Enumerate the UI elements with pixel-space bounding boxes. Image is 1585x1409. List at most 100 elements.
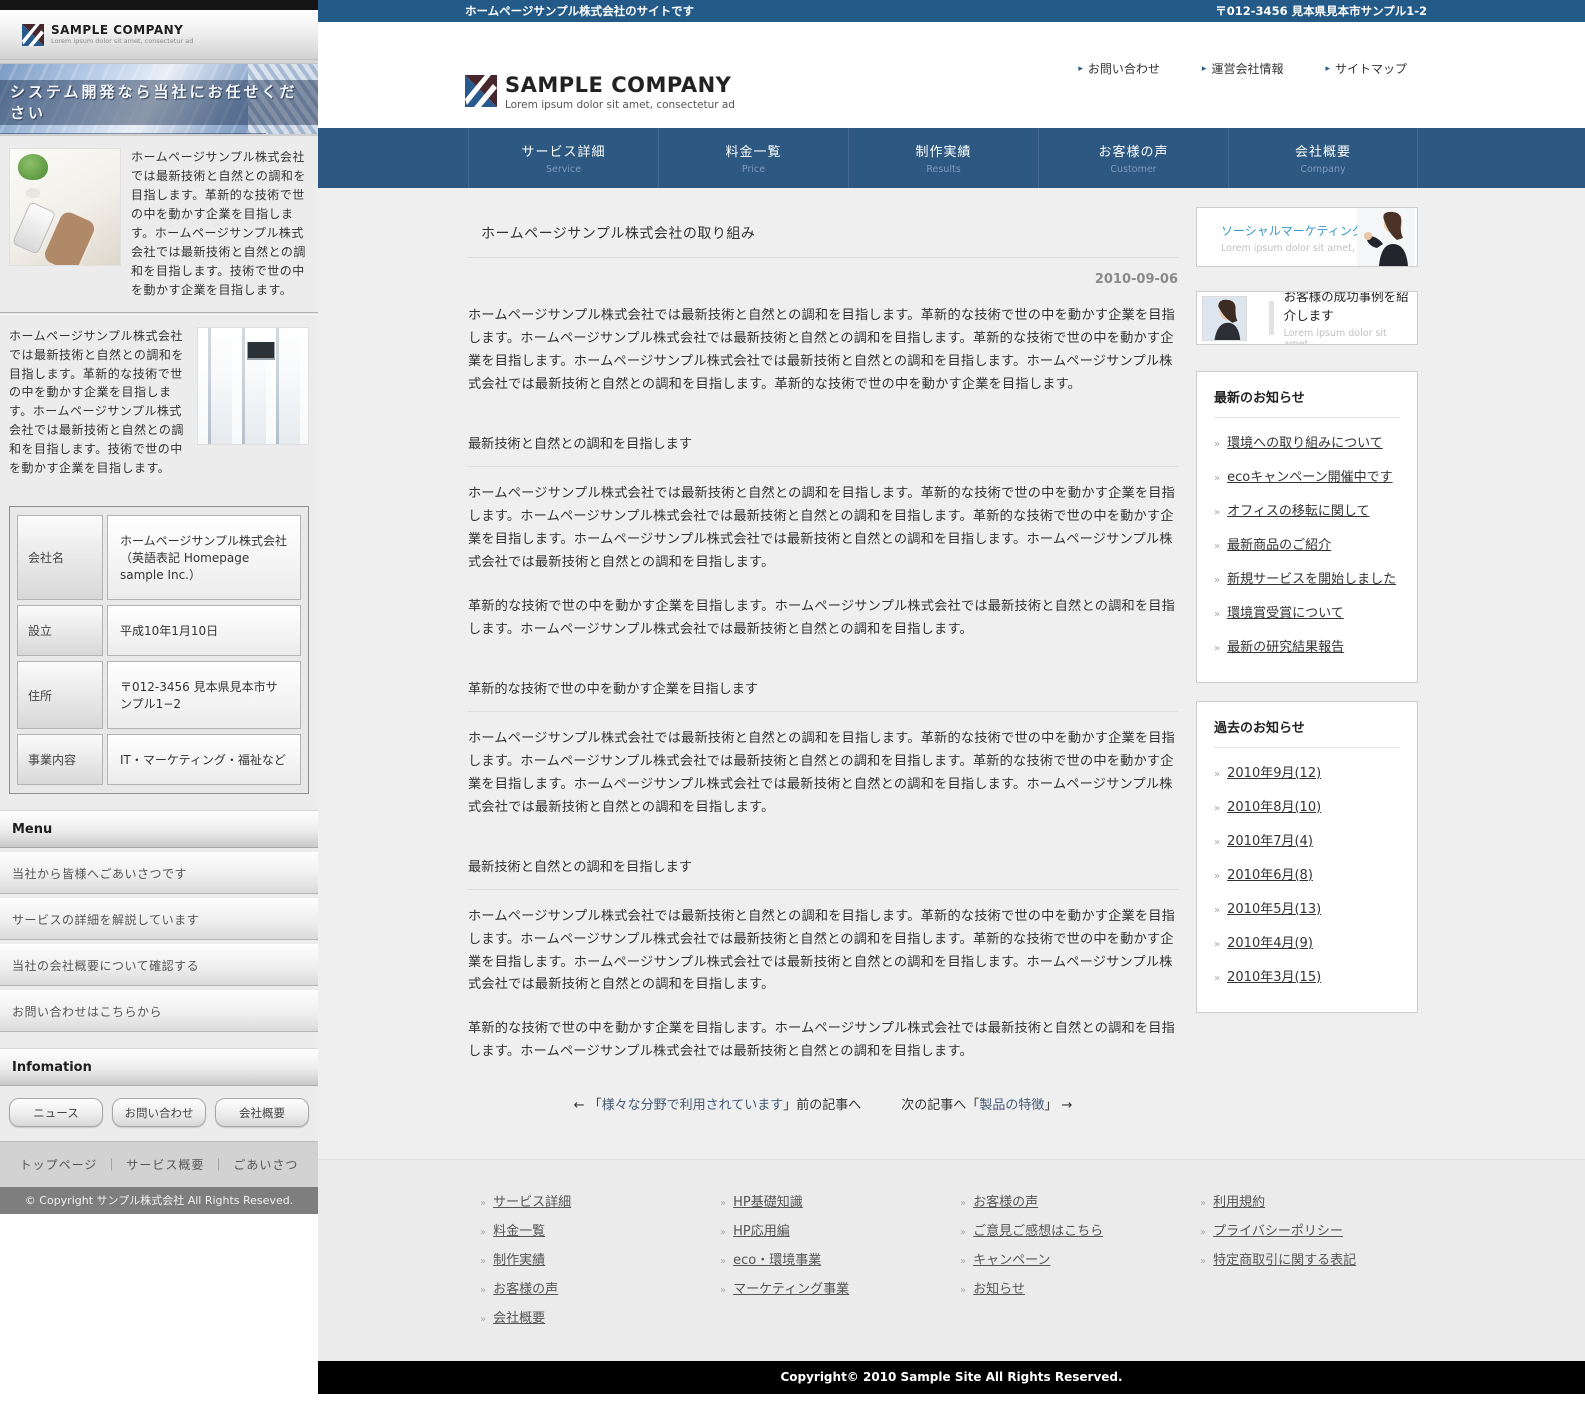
company-table-value: ホームページサンプル株式会社 （英語表記 Homepage sample Inc…	[107, 515, 301, 601]
footer-column: » サービス詳細 » 料金一覧 » 制作実績 » お客様の声 » 会社概要	[480, 1186, 720, 1331]
footer-link-item: » 特定商取引に関する表記	[1200, 1244, 1440, 1273]
header-link[interactable]: ▸ お問い合わせ	[1078, 60, 1160, 77]
footer-link[interactable]: お客様の声	[973, 1195, 1038, 1210]
footer-link[interactable]: HP基礎知識	[733, 1195, 803, 1210]
info-button[interactable]: ニュース	[9, 1098, 103, 1128]
footer-link[interactable]: 制作実績	[493, 1253, 545, 1268]
sidebar-bottom-link[interactable]: トップページ	[20, 1156, 98, 1173]
sidebar-bottom-link[interactable]: サービス概要	[126, 1156, 204, 1173]
archive-link[interactable]: 2010年7月(4)	[1227, 834, 1313, 849]
social-marketing-banner[interactable]: ソーシャルマーケティングとは? Lorem ipsum dolor sit am…	[1196, 207, 1418, 267]
company-table-row: 住所 〒012-3456 見本県見本市サンプル1−2	[17, 661, 301, 730]
company-table-row: 事業内容 IT・マーケティング・福祉など	[17, 734, 301, 786]
customer-woman-photo	[1202, 295, 1247, 341]
footer-link[interactable]: サービス詳細	[493, 1195, 571, 1210]
nav-item-company[interactable]: 会社概要 Company	[1228, 128, 1418, 188]
content-area: ホームページサンプル株式会社の取り組み 2010-09-06 ホームページサンプ…	[318, 188, 1585, 1160]
top-bar: ホームページサンプル株式会社のサイトです 〒012-3456 見本県見本市サンプ…	[318, 0, 1585, 22]
company-table: 会社名 ホームページサンプル株式会社 （英語表記 Homepage sample …	[13, 510, 305, 790]
sidebar-intro-block-2: ホームページサンプル株式会社では最新技術と自然との調和を目指します。革新的な技術…	[0, 315, 318, 491]
sidebar-bottom-link[interactable]: ごあいさつ	[233, 1156, 298, 1173]
news-link[interactable]: 環境への取り組みについて	[1227, 436, 1383, 451]
next-article-link[interactable]: 製品の特徴	[979, 1098, 1044, 1113]
sidebar-logo-title: SAMPLE COMPANY	[51, 22, 184, 37]
success-stories-banner[interactable]: お客様の成功事例を紹介します Lorem ipsum dolor sit ame…	[1196, 291, 1418, 345]
prev-article-link[interactable]: 様々な分野で利用されています	[602, 1098, 784, 1113]
nav-item-label: 制作実績	[915, 145, 972, 160]
footer-link[interactable]: マーケティング事業	[733, 1282, 849, 1297]
chevron-right-icon: ▸	[1078, 63, 1083, 74]
sidebar-hero-banner: システム開発なら当社にお任せください Lorem ipsum dolor sit…	[0, 64, 318, 136]
article-heading: 最新技術と自然との調和を目指します	[468, 856, 1178, 890]
chevron-icon: »	[1214, 870, 1221, 882]
archive-link[interactable]: 2010年5月(13)	[1227, 902, 1321, 917]
chevron-icon: »	[1200, 1198, 1207, 1210]
article-paragraph: ホームページサンプル株式会社では最新技術と自然との調和を目指します。革新的な技術…	[468, 308, 1176, 392]
nav-item-sublabel: Results	[926, 164, 961, 175]
article-paragraph: 革新的な技術で世の中を動かす企業を目指します。ホームページサンプル株式会社では最…	[468, 1021, 1176, 1060]
footer-link[interactable]: お客様の声	[493, 1282, 558, 1297]
header-logo[interactable]: SAMPLE COMPANY Lorem ipsum dolor sit ame…	[465, 75, 735, 111]
news-link[interactable]: 新規サービスを開始しました	[1227, 572, 1396, 587]
chevron-icon: »	[960, 1285, 967, 1297]
archive-link[interactable]: 2010年9月(12)	[1227, 766, 1321, 781]
chevron-icon: »	[1214, 802, 1221, 814]
news-link[interactable]: オフィスの移転に関して	[1227, 504, 1369, 519]
archive-news-heading: 過去のお知らせ	[1214, 717, 1400, 748]
nav-item-sublabel: Company	[1300, 164, 1346, 175]
footer-link[interactable]: 特定商取引に関する表記	[1213, 1253, 1356, 1268]
header-link[interactable]: ▸ 運営会社情報	[1202, 60, 1284, 77]
info-buttons: ニュース お問い合わせ 会社概要	[0, 1086, 318, 1141]
chevron-icon: »	[1214, 472, 1221, 484]
sidebar-menu-heading: Menu	[0, 810, 318, 849]
footer-link[interactable]: ご意見ご感想はこちら	[973, 1224, 1103, 1239]
footer-link-item: » HP基礎知識	[720, 1186, 960, 1215]
nav-item-results[interactable]: 制作実績 Results	[848, 128, 1038, 188]
nav-item-service[interactable]: サービス詳細 Service	[468, 128, 658, 188]
news-link[interactable]: ecoキャンペーン開催中です	[1227, 470, 1392, 485]
sidebar-menu-item[interactable]: 当社から皆様へごあいさつです	[0, 852, 318, 895]
footer-link[interactable]: お知らせ	[973, 1282, 1025, 1297]
footer-link[interactable]: プライバシーポリシー	[1213, 1224, 1343, 1239]
footer-link-item: » プライバシーポリシー	[1200, 1215, 1440, 1244]
footer-column: » 利用規約 » プライバシーポリシー » 特定商取引に関する表記	[1200, 1186, 1440, 1331]
sidebar-menu-item[interactable]: サービスの詳細を解説しています	[0, 898, 318, 941]
footer-link[interactable]: HP応用編	[733, 1224, 790, 1239]
news-item: » 環境への取り組みについて	[1214, 424, 1400, 458]
info-button[interactable]: 会社概要	[215, 1098, 309, 1128]
next-suffix: 」 →	[1044, 1098, 1073, 1114]
archive-link[interactable]: 2010年3月(15)	[1227, 970, 1321, 985]
main-area: ホームページサンプル株式会社のサイトです 〒012-3456 見本県見本市サンプ…	[318, 0, 1585, 1409]
footer-link[interactable]: キャンペーン	[973, 1253, 1050, 1268]
divider	[1269, 301, 1274, 335]
banner2-subtitle: Lorem ipsum dolor sit amet,	[1283, 328, 1387, 345]
footer-link-item: » 制作実績	[480, 1244, 720, 1273]
news-item: » 最新商品のご紹介	[1214, 526, 1400, 560]
footer-link[interactable]: eco・環境事業	[733, 1253, 821, 1268]
nav-item-price[interactable]: 料金一覧 Price	[658, 128, 848, 188]
sidebar-menu-item[interactable]: 当社の会社概要について確認する	[0, 944, 318, 987]
footer-column: » HP基礎知識 » HP応用編 » eco・環境事業 » マーケティング事業	[720, 1186, 960, 1331]
nav-item-customer[interactable]: お客様の声 Customer	[1038, 128, 1228, 188]
news-item: » 環境賞受賞について	[1214, 594, 1400, 628]
footer-link-item: » eco・環境事業	[720, 1244, 960, 1273]
site-header: SAMPLE COMPANY Lorem ipsum dolor sit ame…	[318, 22, 1585, 128]
chevron-icon: »	[960, 1198, 967, 1210]
news-link[interactable]: 環境賞受賞について	[1227, 606, 1344, 621]
archive-link[interactable]: 2010年8月(10)	[1227, 800, 1321, 815]
presenter-woman-photo	[1357, 208, 1415, 266]
archive-link[interactable]: 2010年6月(8)	[1227, 868, 1313, 883]
prev-suffix: 」前の記事へ	[783, 1098, 862, 1114]
sidebar-menu-item[interactable]: お問い合わせはこちらから	[0, 990, 318, 1033]
footer-link[interactable]: 利用規約	[1213, 1195, 1265, 1210]
news-link[interactable]: 最新の研究結果報告	[1227, 640, 1344, 655]
header-link[interactable]: ▸ サイトマップ	[1325, 60, 1407, 77]
footer-link[interactable]: 会社概要	[493, 1311, 545, 1326]
info-button[interactable]: お問い合わせ	[112, 1098, 206, 1128]
footer-link[interactable]: 料金一覧	[493, 1224, 545, 1239]
sidebar-logo: SAMPLE COMPANY Lorem ipsum dolor sit ame…	[0, 10, 318, 60]
intro-text: ホームページサンプル株式会社では最新技術と自然との調和を目指します。革新的な技術…	[9, 328, 184, 476]
news-link[interactable]: 最新商品のご紹介	[1227, 538, 1331, 553]
chevron-icon: »	[480, 1314, 487, 1326]
archive-link[interactable]: 2010年4月(9)	[1227, 936, 1313, 951]
